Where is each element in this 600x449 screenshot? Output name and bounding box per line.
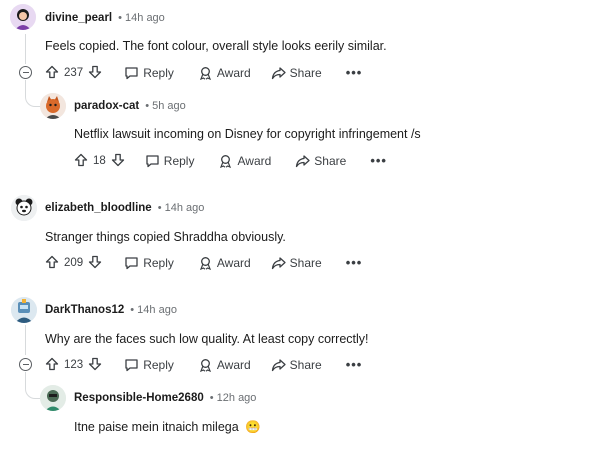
username[interactable]: divine_pearl • 14h ago bbox=[45, 12, 165, 24]
username[interactable]: Responsible-Home2680 • 12h ago bbox=[74, 392, 256, 404]
award-label: Award bbox=[216, 256, 251, 270]
reply-label: Reply bbox=[143, 358, 174, 372]
timestamp: • 14h ago bbox=[157, 202, 205, 214]
share-label: Share bbox=[289, 66, 322, 80]
timestamp: • 5h ago bbox=[145, 100, 186, 112]
comment-text-body: Itne paise mein itnaich milega bbox=[74, 420, 239, 434]
share-button[interactable]: Share bbox=[271, 66, 322, 80]
vote-count: 237 bbox=[64, 67, 84, 79]
downvote-icon[interactable] bbox=[111, 153, 125, 170]
upvote-icon[interactable] bbox=[45, 357, 59, 374]
comment-text: Stranger things copied Shraddha obviousl… bbox=[45, 230, 286, 244]
reply-icon bbox=[124, 358, 139, 372]
share-label: Share bbox=[314, 154, 347, 168]
thread-line bbox=[25, 325, 26, 355]
award-icon bbox=[218, 154, 233, 168]
share-label: Share bbox=[289, 256, 322, 270]
reply-button[interactable]: Reply bbox=[124, 358, 174, 372]
vote-group: 237 bbox=[45, 65, 102, 82]
share-button[interactable]: Share bbox=[271, 256, 322, 270]
comment-text: Why are the faces such low quality. At l… bbox=[45, 332, 369, 346]
vote-group: 18 bbox=[74, 153, 125, 170]
more-options-button[interactable]: ••• bbox=[346, 358, 363, 371]
award-icon bbox=[198, 66, 213, 80]
more-options-button[interactable]: ••• bbox=[346, 256, 363, 269]
username-text[interactable]: divine_pearl bbox=[45, 12, 112, 24]
share-button[interactable]: Share bbox=[271, 358, 322, 372]
avatar-paradox-cat[interactable] bbox=[40, 93, 66, 119]
timestamp: • 14h ago bbox=[118, 12, 165, 24]
award-button[interactable]: Award bbox=[198, 358, 251, 372]
share-icon bbox=[295, 154, 310, 168]
timestamp: • 14h ago bbox=[130, 304, 177, 316]
username-text[interactable]: paradox-cat bbox=[74, 100, 139, 112]
award-icon bbox=[198, 256, 213, 270]
share-icon bbox=[271, 256, 286, 270]
award-icon bbox=[198, 358, 213, 372]
vote-count: 123 bbox=[64, 359, 84, 371]
reply-label: Reply bbox=[163, 154, 195, 168]
reply-button[interactable]: Reply bbox=[124, 256, 174, 270]
collapse-thread-button[interactable] bbox=[19, 358, 32, 371]
award-button[interactable]: Award bbox=[198, 66, 251, 80]
thread-line bbox=[25, 34, 26, 64]
share-icon bbox=[271, 358, 286, 372]
username-text[interactable]: Responsible-Home2680 bbox=[74, 392, 204, 404]
reply-label: Reply bbox=[143, 66, 174, 80]
vote-count: 18 bbox=[93, 155, 106, 167]
collapse-thread-button[interactable] bbox=[19, 66, 32, 79]
vote-count: 209 bbox=[64, 257, 84, 269]
comment-text: Itne paise mein itnaich milega 😬 bbox=[74, 420, 261, 435]
downvote-icon[interactable] bbox=[88, 357, 102, 374]
reply-label: Reply bbox=[143, 256, 174, 270]
avatar-darkthanos12[interactable] bbox=[11, 297, 37, 323]
username[interactable]: elizabeth_bloodline • 14h ago bbox=[45, 202, 204, 214]
username[interactable]: paradox-cat • 5h ago bbox=[74, 100, 186, 112]
vote-group: 123 bbox=[45, 357, 102, 374]
grimace-emoji: 😬 bbox=[245, 420, 261, 434]
username-text[interactable]: elizabeth_bloodline bbox=[45, 202, 152, 214]
comment-actions: 209 Reply Award Share ••• bbox=[45, 253, 362, 273]
upvote-icon[interactable] bbox=[45, 255, 59, 272]
award-label: Award bbox=[237, 154, 272, 168]
username[interactable]: DarkThanos12 • 14h ago bbox=[45, 304, 177, 316]
timestamp: • 12h ago bbox=[209, 392, 257, 404]
thread-elbow bbox=[25, 92, 40, 107]
reply-button[interactable]: Reply bbox=[124, 66, 174, 80]
reply-button[interactable]: Reply bbox=[145, 154, 195, 168]
avatar-elizabeth-bloodline[interactable] bbox=[11, 195, 37, 221]
upvote-icon[interactable] bbox=[74, 153, 88, 170]
more-options-button[interactable]: ••• bbox=[370, 154, 387, 167]
reply-icon bbox=[145, 154, 160, 168]
share-icon bbox=[271, 66, 286, 80]
downvote-icon[interactable] bbox=[88, 65, 102, 82]
award-label: Award bbox=[216, 66, 251, 80]
reply-icon bbox=[124, 256, 139, 270]
username-text[interactable]: DarkThanos12 bbox=[45, 304, 124, 316]
award-label: Award bbox=[216, 358, 251, 372]
award-button[interactable]: Award bbox=[218, 154, 271, 168]
more-options-button[interactable]: ••• bbox=[346, 66, 363, 79]
downvote-icon[interactable] bbox=[88, 255, 102, 272]
avatar-responsible-home2680[interactable] bbox=[40, 385, 66, 411]
comment-actions: 237 Reply Award Share ••• bbox=[45, 63, 362, 83]
comment-text: Netflix lawsuit incoming on Disney for c… bbox=[74, 127, 421, 141]
comment-actions: 123 Reply Award Share ••• bbox=[45, 355, 362, 375]
comment-text: Feels copied. The font colour, overall s… bbox=[45, 39, 387, 53]
share-button[interactable]: Share bbox=[295, 154, 346, 168]
vote-group: 209 bbox=[45, 255, 102, 272]
share-label: Share bbox=[289, 358, 322, 372]
upvote-icon[interactable] bbox=[45, 65, 59, 82]
comment-actions: 18 Reply Award Share ••• bbox=[74, 151, 387, 171]
reply-icon bbox=[124, 66, 139, 80]
thread-elbow bbox=[25, 384, 40, 399]
award-button[interactable]: Award bbox=[198, 256, 251, 270]
avatar-divine-pearl[interactable] bbox=[10, 4, 36, 30]
